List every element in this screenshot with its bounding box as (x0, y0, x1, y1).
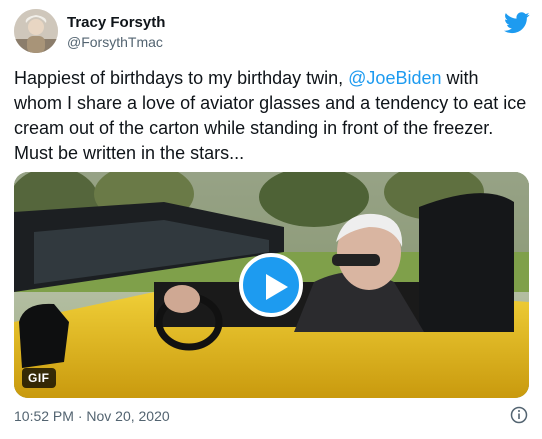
tweet-text: Happiest of birthdays to my birthday twi… (14, 66, 529, 166)
avatar[interactable] (14, 9, 58, 53)
mention-link[interactable]: @JoeBiden (348, 68, 441, 88)
gif-badge: GIF (22, 368, 56, 388)
author-handle[interactable]: @ForsythTmac (67, 34, 163, 50)
twitter-bird-icon[interactable] (504, 12, 530, 34)
tweet-text-start: Happiest of birthdays to my birthday twi… (14, 68, 349, 88)
author-name[interactable]: Tracy Forsyth (67, 14, 165, 31)
timestamp[interactable]: 10:52 PM · Nov 20, 2020 (14, 408, 170, 424)
info-icon[interactable] (510, 406, 528, 424)
play-icon[interactable] (239, 253, 303, 317)
tweet-card: Tracy Forsyth @ForsythTmac Happiest of b… (0, 0, 542, 439)
gif-media[interactable]: GIF (14, 172, 529, 398)
